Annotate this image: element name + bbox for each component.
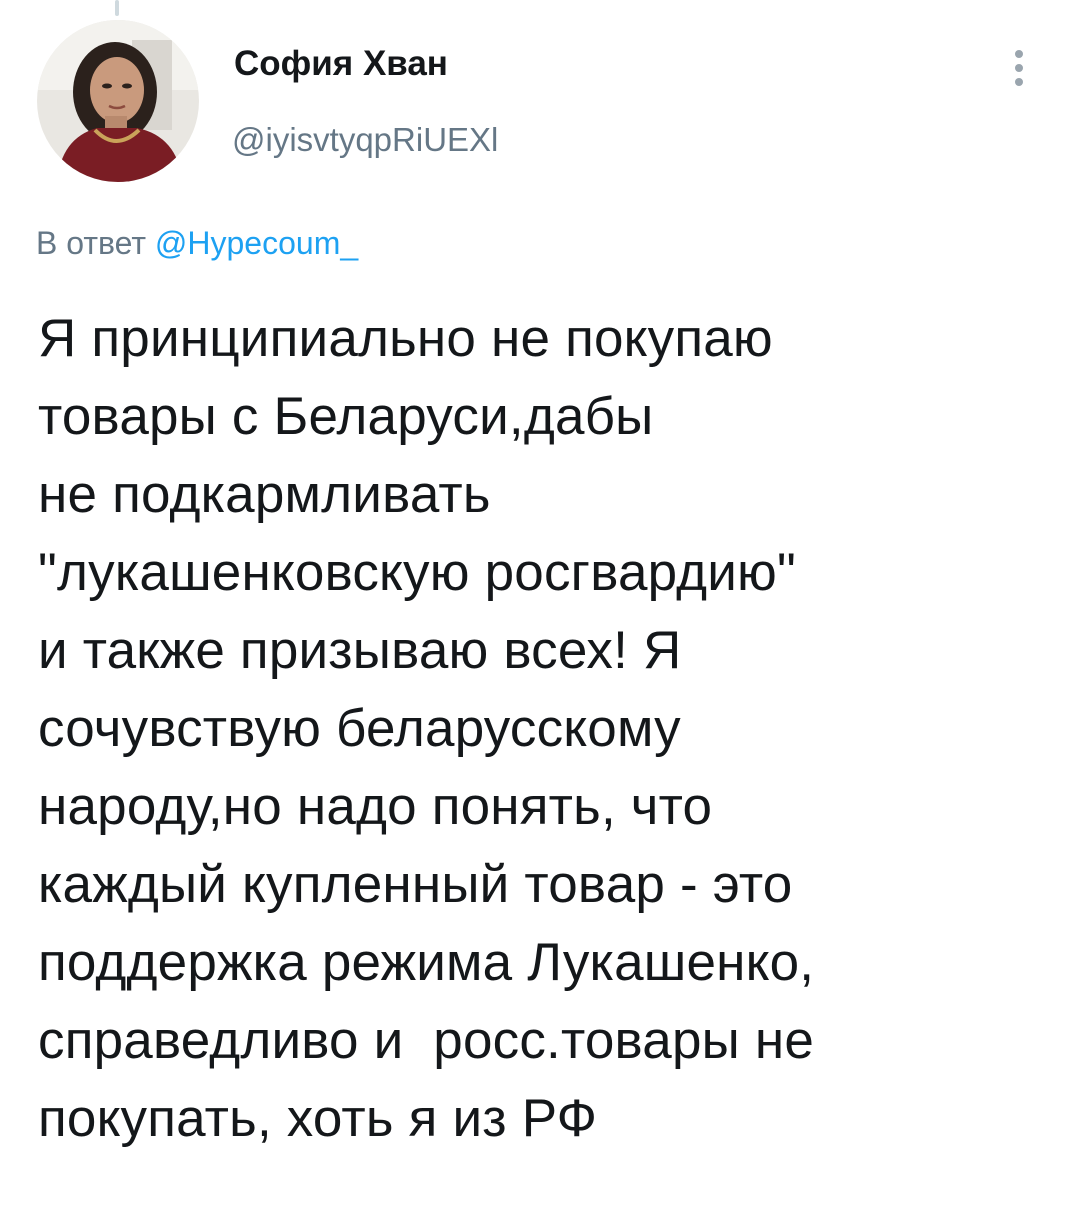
reply-context: В ответ @Hypecoum_ xyxy=(36,225,358,262)
tweet-text-line: каждый купленный товар - это xyxy=(38,855,793,914)
reply-mention-link[interactable]: @Hypecoum_ xyxy=(155,225,358,261)
tweet-text-line: не подкармливать xyxy=(38,465,491,524)
more-dot xyxy=(1015,50,1023,58)
tweet-text-line: народу,но надо понять, что xyxy=(38,777,713,836)
author-handle[interactable]: @iyisvtyqpRiUEXl xyxy=(232,121,498,159)
avatar-photo xyxy=(37,20,199,182)
tweet-text-line: "лукашенковскую росгвардию" xyxy=(38,543,796,602)
tweet-text: Я принципиально не покупаю товары с Бела… xyxy=(38,300,1048,1158)
more-dot xyxy=(1015,64,1023,72)
more-vertical-icon[interactable] xyxy=(1004,44,1034,92)
thread-connector-line xyxy=(115,0,119,16)
tweet-text-line: товары с Беларуси,дабы xyxy=(38,387,654,446)
more-dot xyxy=(1015,78,1023,86)
avatar[interactable] xyxy=(37,20,199,182)
tweet-text-line: поддержка режима Лукашенко, xyxy=(38,933,815,992)
tweet-text-line: покупать, хоть я из РФ xyxy=(38,1089,598,1148)
tweet-text-line: сочувствую беларусскому xyxy=(38,699,681,758)
tweet-text-line: и также призываю всех! Я xyxy=(38,621,682,680)
reply-prefix: В ответ xyxy=(36,225,147,261)
tweet-text-line: Я принципиально не покупаю xyxy=(38,309,773,368)
author-display-name[interactable]: София Хван xyxy=(234,44,448,84)
tweet-text-line: справедливо и росс.товары не xyxy=(38,1011,815,1070)
